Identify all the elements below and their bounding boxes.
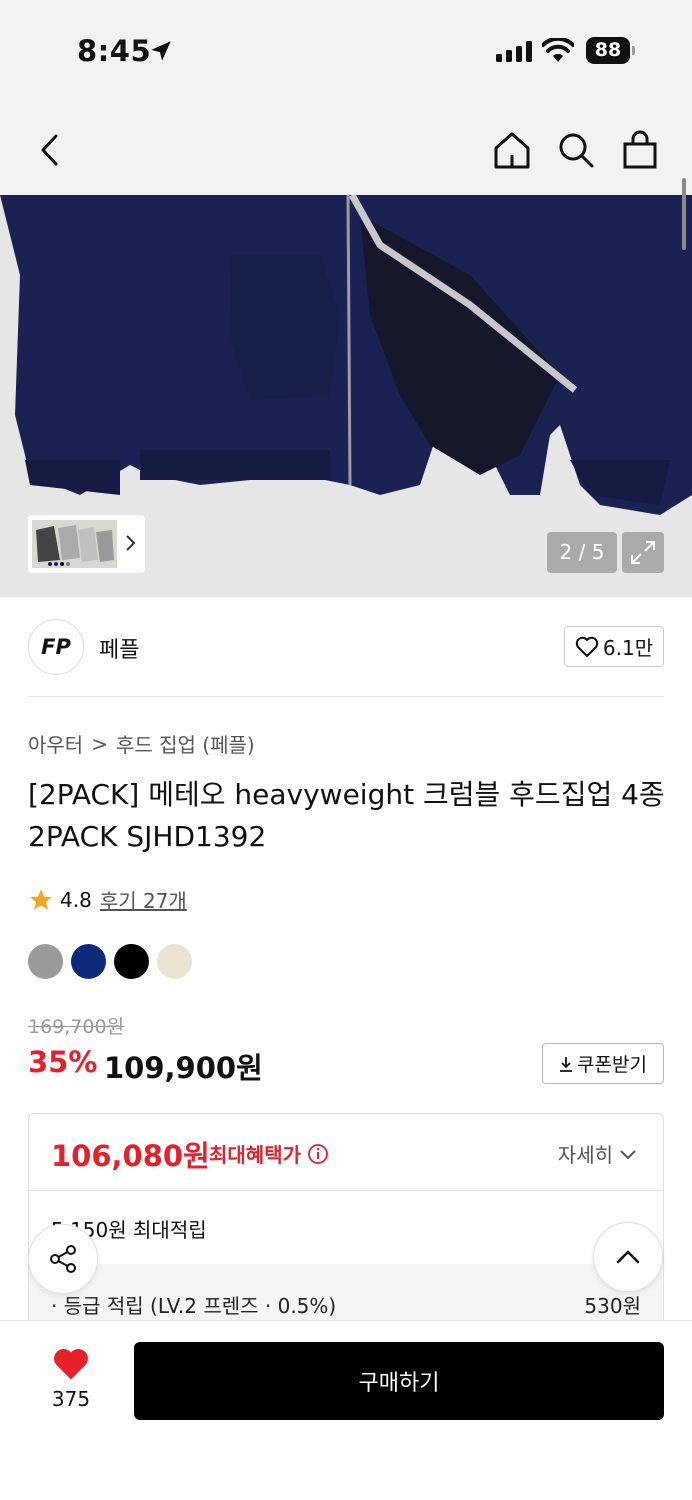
product-image[interactable]: 2 / 5 bbox=[0, 195, 692, 597]
rating-score: 4.8 bbox=[60, 887, 92, 912]
star-icon bbox=[30, 888, 52, 910]
expand-button[interactable] bbox=[622, 532, 664, 573]
wishlist-count: 375 bbox=[51, 1387, 91, 1411]
chevron-down-icon bbox=[620, 1149, 636, 1159]
coupon-download-button[interactable]: 쿠폰받기 bbox=[542, 1043, 664, 1084]
battery-tip bbox=[632, 46, 635, 55]
color-swatch-black[interactable] bbox=[114, 944, 149, 979]
brand-like-count: 6.1만 bbox=[602, 636, 654, 660]
location-arrow-icon bbox=[151, 41, 171, 61]
wishlist-button[interactable]: 375 bbox=[36, 1347, 106, 1411]
wifi-icon bbox=[542, 38, 574, 62]
bottom-action-bar: 375 구매하기 bbox=[0, 1320, 692, 1500]
heart-outline-icon bbox=[575, 636, 599, 657]
benefit-label-text: 최대혜택가 bbox=[209, 1143, 301, 1167]
benefit-detail-toggle[interactable]: 자세히 bbox=[558, 1139, 637, 1168]
cellular-signal-icon bbox=[496, 40, 532, 62]
chevron-left-icon[interactable] bbox=[34, 130, 66, 170]
buy-button[interactable]: 구매하기 bbox=[134, 1342, 664, 1420]
info-icon[interactable] bbox=[307, 1143, 329, 1165]
page-scrollbar[interactable] bbox=[682, 178, 686, 250]
expand-icon bbox=[631, 541, 655, 564]
color-swatch-ivory[interactable] bbox=[157, 944, 192, 979]
brand-logo[interactable]: FP bbox=[28, 619, 84, 675]
status-bar: 8:45 88 bbox=[0, 0, 692, 100]
breadcrumb-separator: > bbox=[91, 731, 108, 756]
status-time: 8:45 bbox=[77, 34, 152, 68]
share-icon bbox=[50, 1245, 76, 1273]
image-counter: 2 / 5 bbox=[547, 532, 617, 573]
grade-points-label: · 등급 적립 (LV.2 프렌즈 · 0.5%) bbox=[51, 1294, 337, 1318]
download-icon bbox=[560, 1056, 573, 1072]
color-swatches bbox=[28, 944, 192, 979]
share-button[interactable] bbox=[28, 1224, 98, 1294]
breadcrumb-subcategory[interactable]: 후드 집업 (페플) bbox=[116, 729, 255, 758]
rating: 4.8 후기 27개 bbox=[28, 885, 187, 914]
benefit-label: 최대혜택가 bbox=[209, 1139, 329, 1168]
benefit-box: 106,080원 최대혜택가 자세히 5,150원 최대적립 · 등급 적립 (… bbox=[28, 1113, 664, 1353]
coupon-label: 쿠폰받기 bbox=[577, 1054, 647, 1076]
color-swatch-navy[interactable] bbox=[71, 944, 106, 979]
chevron-up-icon bbox=[616, 1250, 640, 1264]
brand-name[interactable]: 페플 bbox=[99, 632, 139, 664]
reviews-link[interactable]: 후기 27개 bbox=[100, 885, 187, 914]
product-title: [2PACK] 메테오 heavyweight 크럼블 후드집업 4종 2PAC… bbox=[28, 778, 665, 853]
home-icon[interactable] bbox=[492, 130, 532, 170]
original-price: 169,700원 bbox=[28, 1016, 125, 1038]
divider bbox=[29, 1190, 663, 1191]
heart-filled-icon bbox=[54, 1348, 88, 1380]
brand-like-button[interactable]: 6.1만 bbox=[564, 626, 664, 667]
shopping-bag-icon[interactable] bbox=[620, 130, 660, 170]
thumbnail-illustration bbox=[32, 520, 117, 568]
thumbnail-image[interactable] bbox=[32, 520, 117, 568]
divider bbox=[28, 696, 664, 697]
scroll-to-top-button[interactable] bbox=[593, 1222, 663, 1292]
grade-points-value: 530원 bbox=[584, 1294, 641, 1318]
color-swatch-gray[interactable] bbox=[28, 944, 63, 979]
thumbnail-strip[interactable] bbox=[28, 515, 145, 573]
benefit-price: 106,080원 bbox=[51, 1139, 210, 1173]
discount-rate: 35% bbox=[28, 1045, 98, 1079]
benefit-detail-label: 자세히 bbox=[557, 1143, 613, 1167]
breadcrumb-category[interactable]: 아우터 bbox=[28, 729, 83, 758]
nav-bar bbox=[0, 100, 692, 195]
search-icon[interactable] bbox=[556, 130, 596, 170]
breadcrumb: 아우터 > 후드 집업 (페플) bbox=[28, 729, 255, 758]
battery-indicator: 88 bbox=[586, 37, 630, 64]
sale-price: 109,900원 bbox=[104, 1051, 263, 1085]
chevron-right-icon bbox=[126, 535, 136, 551]
